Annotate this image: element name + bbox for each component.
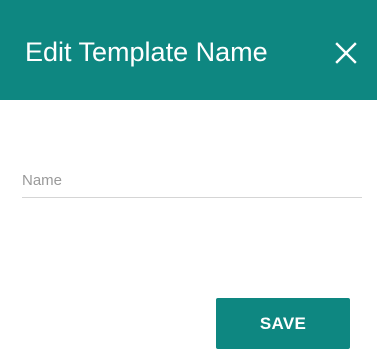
- edit-template-name-dialog: Edit Template Name SAVE: [0, 0, 377, 349]
- dialog-header: Edit Template Name: [0, 0, 377, 100]
- close-icon[interactable]: [334, 41, 358, 65]
- dialog-title: Edit Template Name: [25, 37, 268, 67]
- save-button[interactable]: SAVE: [216, 298, 350, 349]
- name-field: [22, 164, 362, 200]
- name-input[interactable]: [22, 164, 362, 198]
